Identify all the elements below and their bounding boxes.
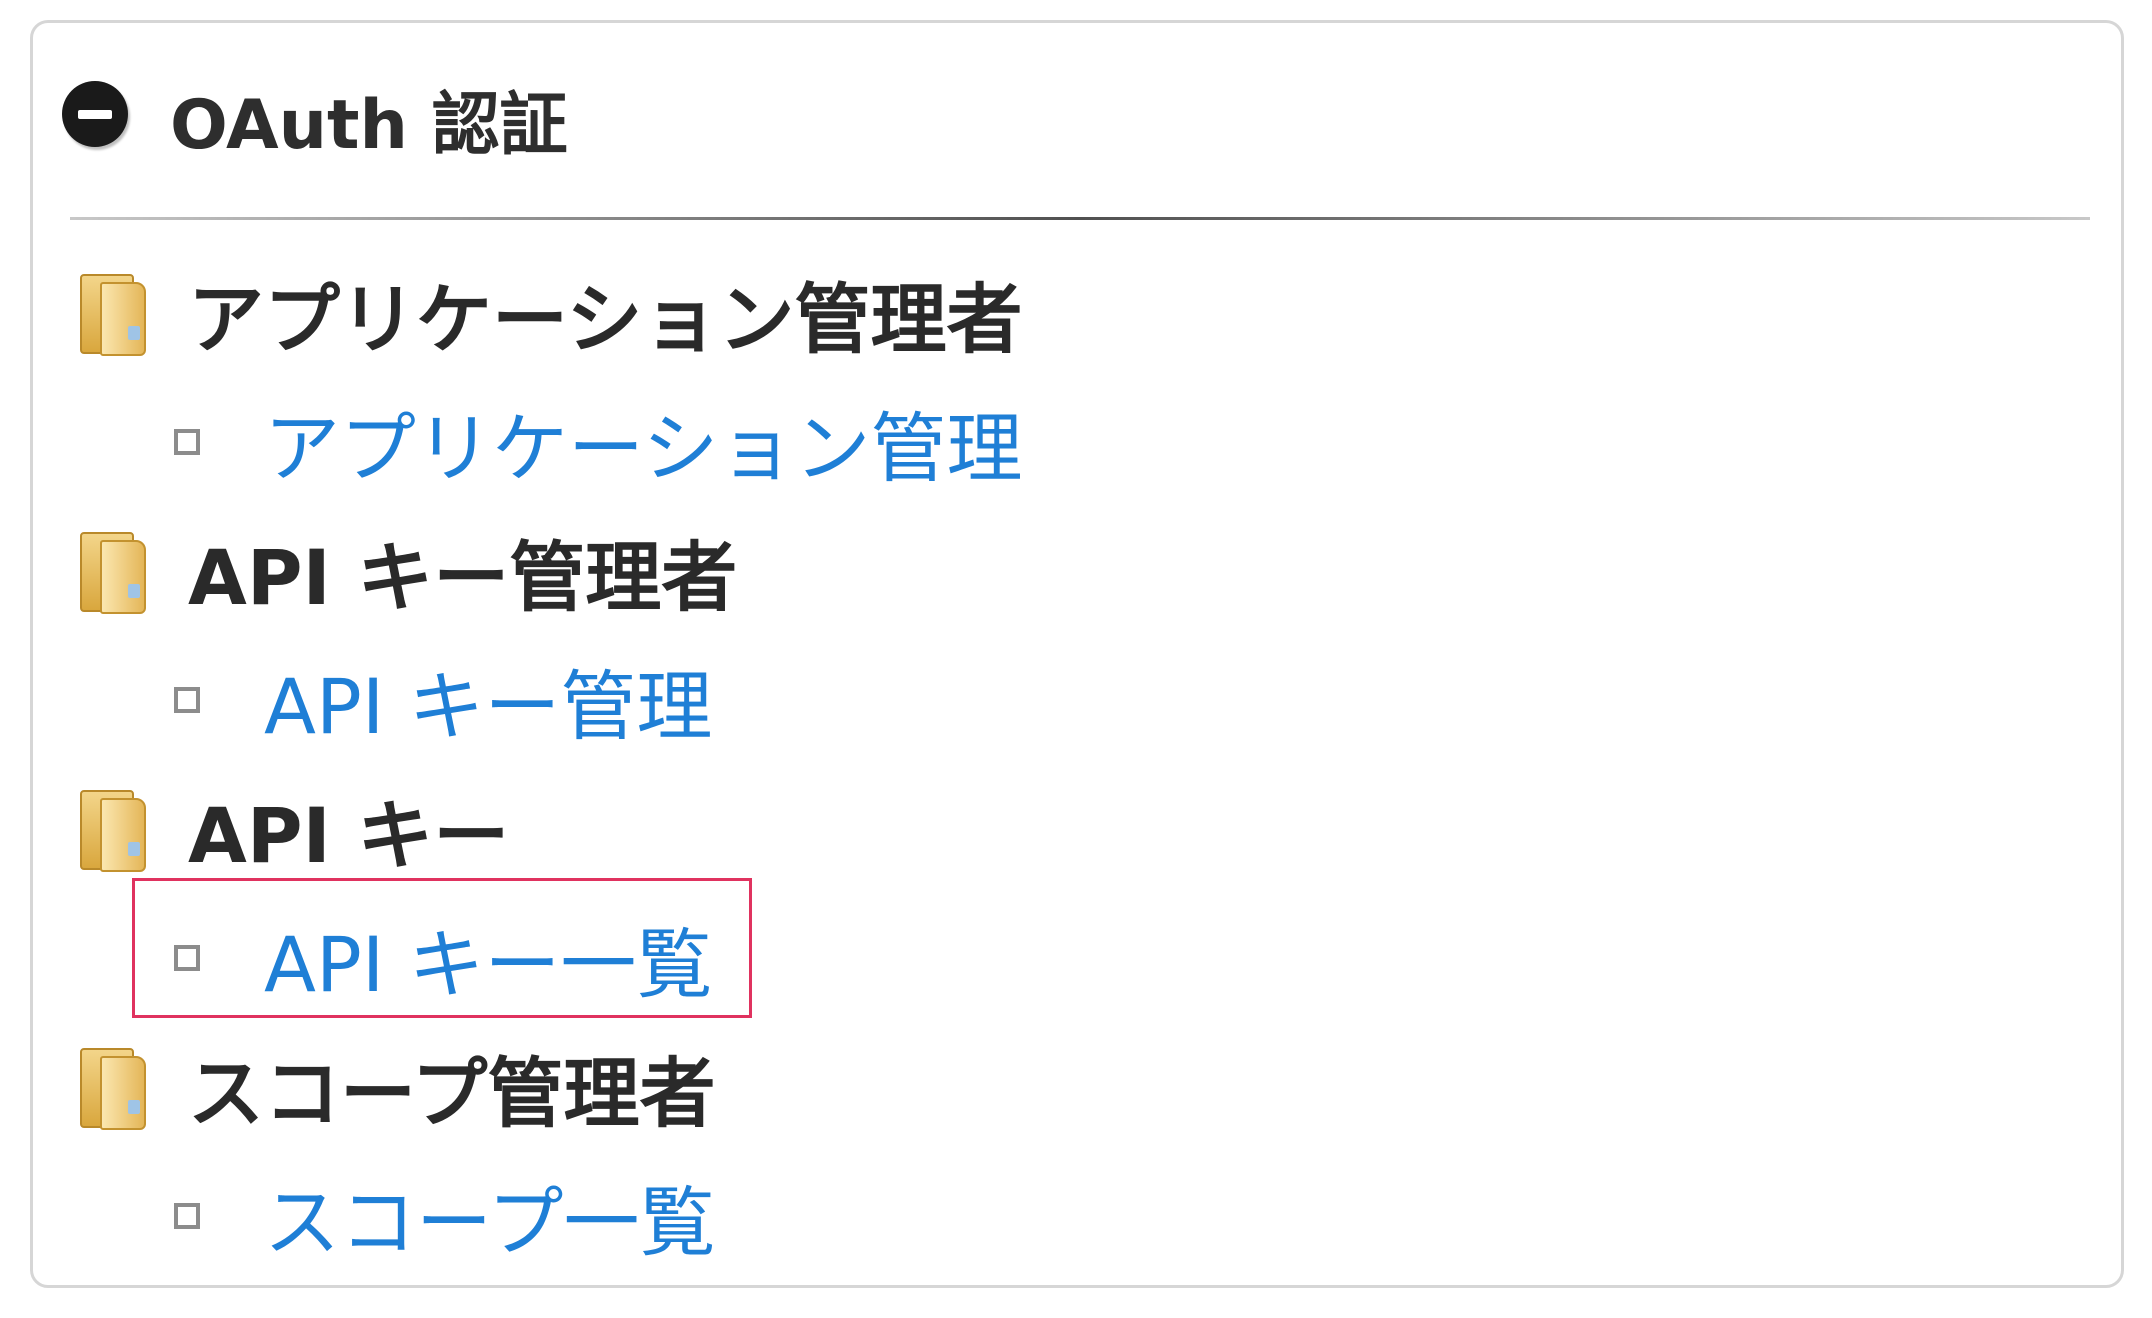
square-bullet-icon: [174, 1203, 200, 1229]
group-label: スコープ管理者: [188, 1049, 716, 1138]
group-label: API キー管理者: [188, 533, 738, 622]
folder-icon: [78, 270, 148, 356]
folder-icon: [78, 1044, 148, 1130]
menu-item: API キー一覧: [78, 894, 1022, 1022]
header-divider: [70, 217, 2090, 220]
link-application-management[interactable]: アプリケーション管理: [264, 387, 1022, 497]
group-label: API キー: [188, 791, 510, 880]
group-label: アプリケーション管理者: [188, 275, 1023, 364]
menu-item: スコープ一覧: [78, 1152, 1022, 1280]
menu-tree: アプリケーション管理者 アプリケーション管理 API キー管理者 API キー管…: [78, 248, 1022, 1280]
square-bullet-icon: [174, 687, 200, 713]
menu-item: API キー管理: [78, 636, 1022, 764]
panel-title: OAuth 認証: [170, 85, 568, 165]
group-header[interactable]: API キー: [78, 764, 1022, 894]
square-bullet-icon: [174, 429, 200, 455]
panel-header: OAuth 認証: [62, 58, 568, 178]
menu-group-scope-admin: スコープ管理者 スコープ一覧: [78, 1022, 1022, 1280]
link-api-key-management[interactable]: API キー管理: [264, 645, 712, 755]
menu-item: アプリケーション管理: [78, 378, 1022, 506]
folder-icon: [78, 786, 148, 872]
link-scope-list[interactable]: スコープ一覧: [264, 1161, 715, 1271]
minus-circle-icon[interactable]: [62, 81, 128, 147]
menu-group-api-key: API キー API キー一覧: [78, 764, 1022, 1022]
menu-group-application-admin: アプリケーション管理者 アプリケーション管理: [78, 248, 1022, 506]
group-header[interactable]: API キー管理者: [78, 506, 1022, 636]
link-api-key-list[interactable]: API キー一覧: [264, 903, 712, 1013]
group-header[interactable]: アプリケーション管理者: [78, 248, 1022, 378]
square-bullet-icon: [174, 945, 200, 971]
group-header[interactable]: スコープ管理者: [78, 1022, 1022, 1152]
folder-icon: [78, 528, 148, 614]
menu-group-api-key-admin: API キー管理者 API キー管理: [78, 506, 1022, 764]
